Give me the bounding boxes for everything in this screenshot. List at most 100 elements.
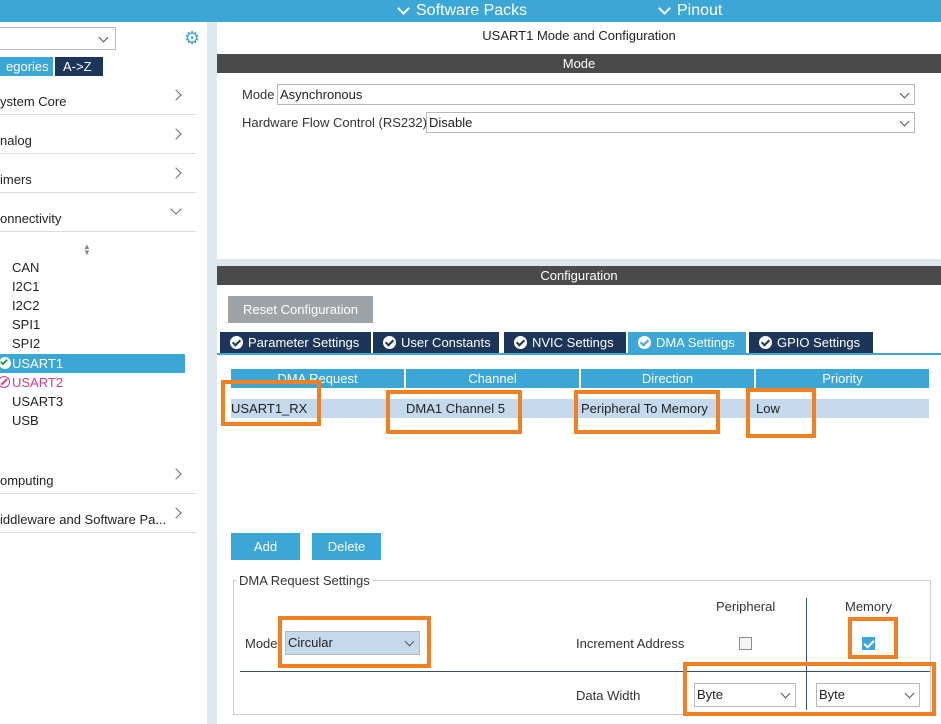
flow-control-value: Disable <box>429 115 473 130</box>
chevron-right-icon <box>170 468 182 480</box>
tab-label: DMA Settings <box>656 335 735 350</box>
chevron-right-icon <box>170 507 182 519</box>
column-header-channel[interactable]: Channel <box>406 369 579 388</box>
check-circle-icon <box>638 336 651 349</box>
peripheral-i2c1[interactable]: I2C1 <box>12 277 39 296</box>
tab-gpio-settings[interactable]: GPIO Settings <box>749 332 873 353</box>
highlight-box <box>848 617 898 659</box>
column-header-priority[interactable]: Priority <box>756 369 929 388</box>
tab-a-to-z-label: A->Z <box>63 59 92 74</box>
peripheral-label: I2C1 <box>12 279 40 294</box>
highlight-box <box>386 390 522 434</box>
chevron-right-icon <box>170 128 182 140</box>
delete-button[interactable]: Delete <box>312 533 381 560</box>
pinout-label: Pinout <box>677 2 723 19</box>
check-circle-icon <box>514 336 527 349</box>
peripheral-label: USART2 <box>12 375 64 390</box>
peripheral-usart3[interactable]: USART3 <box>12 392 63 411</box>
category-system-core[interactable]: ystem Core <box>0 77 196 115</box>
page-title: USART1 Mode and Configuration <box>482 28 676 43</box>
tab-categories-label: egories <box>6 59 49 74</box>
category-label: nalog <box>0 133 32 148</box>
delete-button-label: Delete <box>327 539 366 554</box>
tab-label: User Constants <box>401 335 491 350</box>
peripheral-label: SPI2 <box>12 336 41 351</box>
category-analog[interactable]: nalog <box>0 116 196 154</box>
peripheral-increment-checkbox[interactable] <box>739 637 752 650</box>
peripheral-column-header: Peripheral <box>716 599 776 614</box>
tab-label: GPIO Settings <box>777 335 861 350</box>
increment-address-label: Increment Address <box>576 636 685 651</box>
reset-configuration-label: Reset Configuration <box>243 302 358 317</box>
software-packs-label: Software Packs <box>416 2 528 19</box>
tab-user-constants[interactable]: User Constants <box>373 332 499 353</box>
chevron-right-icon <box>170 167 182 179</box>
peripheral-i2c2[interactable]: I2C2 <box>12 296 39 315</box>
tab-dma-settings[interactable]: DMA Settings <box>628 332 746 353</box>
peripheral-spi2[interactable]: SPI2 <box>12 334 40 353</box>
category-search-combo[interactable] <box>0 27 116 50</box>
dma-mode-label: Mode <box>245 636 278 651</box>
tab-categories[interactable]: egories <box>0 57 53 76</box>
column-header-direction[interactable]: Direction <box>581 369 754 388</box>
flow-control-label: Hardware Flow Control (RS232) <box>242 115 427 130</box>
category-computing[interactable]: omputing <box>0 456 196 494</box>
peripheral-usart1-label: USART1 <box>12 354 63 373</box>
peripheral-label: SPI1 <box>12 317 41 332</box>
peripheral-label: USART1 <box>12 356 64 371</box>
flow-control-select[interactable]: Disable <box>426 112 915 133</box>
chevron-down-icon <box>899 116 910 127</box>
category-label: iddleware and Software Pa... <box>0 512 167 527</box>
category-label: onnectivity <box>0 211 62 226</box>
memory-column-header: Memory <box>845 599 892 614</box>
peripheral-label: CAN <box>12 260 40 275</box>
tab-a-to-z[interactable]: A->Z <box>55 57 103 76</box>
peripheral-spi1[interactable]: SPI1 <box>12 315 40 334</box>
add-button[interactable]: Add <box>231 533 300 560</box>
tab-parameter-settings[interactable]: Parameter Settings <box>220 332 371 353</box>
chevron-right-icon <box>170 89 182 101</box>
category-connectivity[interactable]: onnectivity <box>0 194 196 232</box>
check-circle-icon <box>759 336 772 349</box>
category-label: omputing <box>0 473 54 488</box>
chevron-down-icon <box>98 32 109 43</box>
reset-configuration-button[interactable]: Reset Configuration <box>228 296 373 323</box>
peripheral-label: USB <box>12 413 39 428</box>
sort-icon[interactable]: ▲ ▼ <box>83 243 91 257</box>
peripheral-label: USART3 <box>12 394 64 409</box>
tab-label: NVIC Settings <box>532 335 614 350</box>
chevron-down-icon <box>170 203 182 215</box>
peripheral-usb[interactable]: USB <box>12 411 39 430</box>
check-circle-icon <box>230 336 243 349</box>
chevron-down-icon <box>397 1 410 15</box>
section-divider[interactable] <box>217 259 941 266</box>
chevron-down-icon <box>658 1 671 15</box>
check-circle-icon <box>383 336 396 349</box>
tab-label: Parameter Settings <box>248 335 360 350</box>
software-packs-menu[interactable]: Software Packs <box>397 0 528 22</box>
highlight-box <box>221 380 321 426</box>
category-label: ystem Core <box>0 94 67 109</box>
gear-icon[interactable]: ⚙ <box>184 29 200 47</box>
dma-request-settings-legend: DMA Request Settings <box>237 573 372 588</box>
category-label: imers <box>0 172 32 187</box>
category-middleware[interactable]: iddleware and Software Pa... <box>0 495 196 533</box>
panel-splitter[interactable] <box>207 22 217 724</box>
category-timers[interactable]: imers <box>0 155 196 193</box>
mode-section-header: Mode <box>217 54 941 73</box>
configuration-section-header: Configuration <box>217 266 941 285</box>
peripheral-can[interactable]: CAN <box>12 258 39 277</box>
highlight-box <box>278 616 431 668</box>
mode-label: Mode <box>242 87 275 102</box>
peripheral-usart2[interactable]: USART2 <box>12 373 63 392</box>
pinout-menu[interactable]: Pinout <box>658 0 723 22</box>
tab-nvic-settings[interactable]: NVIC Settings <box>504 332 626 353</box>
mode-select-value: Asynchronous <box>280 87 363 102</box>
mode-select[interactable]: Asynchronous <box>277 84 915 105</box>
chevron-down-icon <box>899 88 910 99</box>
add-button-label: Add <box>253 539 278 554</box>
peripheral-label: I2C2 <box>12 298 40 313</box>
data-width-label: Data Width <box>576 688 641 703</box>
highlight-box <box>746 388 816 438</box>
highlight-box <box>683 662 936 716</box>
